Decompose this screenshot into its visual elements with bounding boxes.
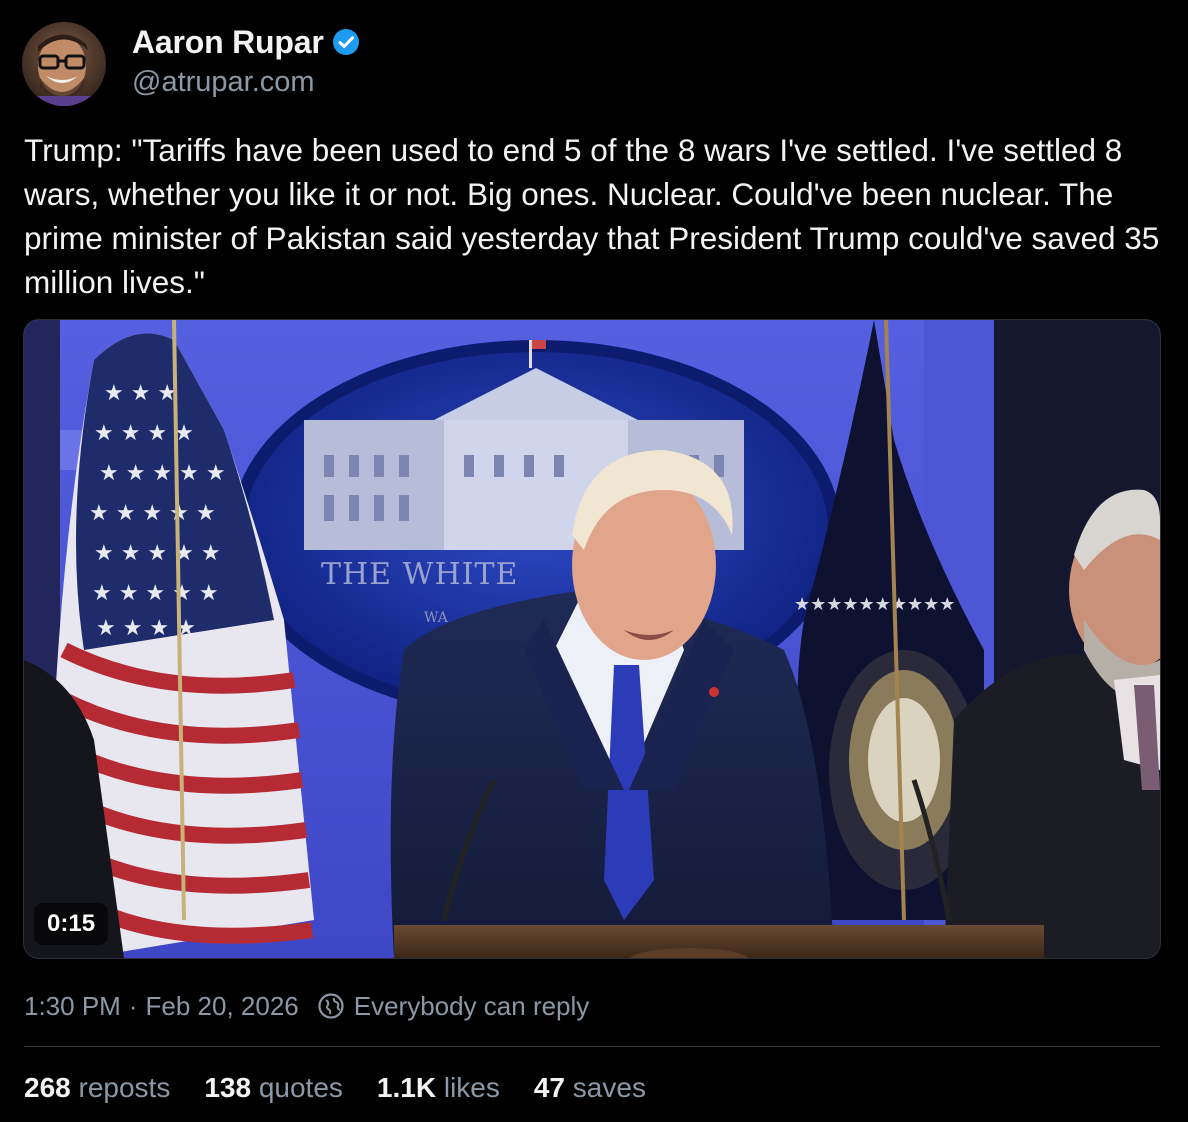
stat-label: saves [572, 1072, 646, 1103]
backdrop-text-small: WA [424, 610, 449, 626]
stat-quotes[interactable]: 138 quotes [204, 1072, 343, 1104]
svg-text:★ ★ ★: ★ ★ ★ [104, 381, 177, 406]
stat-count: 268 [24, 1072, 71, 1103]
post-time[interactable]: 1:30 PM [24, 991, 121, 1022]
author-name[interactable]: Aaron Rupar [132, 24, 324, 61]
svg-text:★ ★ ★ ★ ★: ★ ★ ★ ★ ★ [92, 581, 219, 606]
author-handle[interactable]: @atrupar.com [132, 66, 315, 99]
backdrop-text: THE WHITE [321, 557, 518, 592]
post-date[interactable]: Feb 20, 2026 [146, 991, 299, 1022]
video-player[interactable]: THE WHITE WA ★ ★ ★ ★ ★ ★ ★ ★ ★ ★ ★ ★ ★ ★… [23, 319, 1161, 959]
post-stats: 268 reposts 138 quotes 1.1K likes 47 sav… [24, 1068, 680, 1108]
svg-text:★ ★ ★ ★: ★ ★ ★ ★ [94, 421, 194, 446]
stat-reposts[interactable]: 268 reposts [24, 1072, 170, 1104]
stat-count: 1.1K [376, 1072, 437, 1103]
post-meta: 1:30 PM · Feb 20, 2026 Everybody can rep… [24, 988, 589, 1024]
stat-label: reposts [78, 1072, 171, 1103]
stats-divider [24, 1046, 1160, 1047]
stat-label: likes [443, 1072, 500, 1103]
stat-likes[interactable]: 1.1K likes [377, 1072, 500, 1104]
svg-text:★ ★ ★ ★ ★: ★ ★ ★ ★ ★ [99, 461, 226, 486]
stat-saves[interactable]: 47 saves [534, 1072, 646, 1104]
author-avatar[interactable] [22, 22, 106, 106]
video-duration-badge: 0:15 [34, 903, 109, 945]
svg-text:★ ★ ★ ★ ★: ★ ★ ★ ★ ★ [89, 501, 216, 526]
stat-count: 47 [533, 1072, 566, 1103]
verified-badge-icon [332, 28, 360, 56]
svg-text:★★★★★★★★★★: ★★★★★★★★★★ [794, 594, 955, 615]
post-card: Aaron Rupar @atrupar.com Trump: "Tariffs… [0, 0, 1188, 1122]
video-frame: THE WHITE WA ★ ★ ★ ★ ★ ★ ★ ★ ★ ★ ★ ★ ★ ★… [24, 320, 1160, 958]
post-text: Trump: "Tariffs have been used to end 5 … [24, 132, 1169, 300]
svg-text:★ ★ ★ ★ ★: ★ ★ ★ ★ ★ [94, 541, 221, 566]
globe-icon [317, 992, 345, 1020]
stat-label: quotes [258, 1072, 343, 1103]
meta-separator: · [128, 990, 138, 1021]
reply-setting[interactable]: Everybody can reply [354, 991, 590, 1022]
stat-count: 138 [204, 1072, 252, 1103]
author-name-row[interactable]: Aaron Rupar [132, 22, 360, 62]
